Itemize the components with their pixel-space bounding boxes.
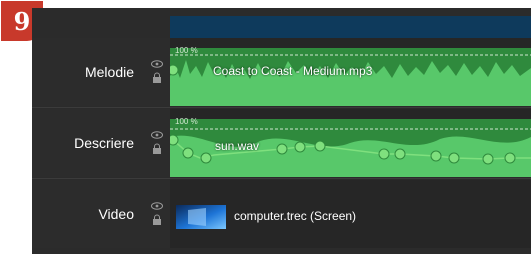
clip-title-melodie: Coast to Coast - Medium.mp3 bbox=[213, 64, 373, 78]
track-name: Video bbox=[98, 206, 134, 222]
eye-icon[interactable] bbox=[151, 202, 163, 210]
track-melodie[interactable]: Melodie Coast to Coast - Medium.mp3 bbox=[32, 38, 531, 106]
clip-title-descriere: sun.wav bbox=[215, 139, 260, 153]
track-header-video: Video bbox=[32, 180, 170, 248]
track-separator bbox=[32, 107, 531, 108]
eye-icon[interactable] bbox=[151, 131, 163, 139]
track-name: Melodie bbox=[84, 64, 134, 80]
track-controls bbox=[150, 200, 164, 228]
track-header-descriere: Descriere bbox=[32, 109, 170, 177]
track-video[interactable]: Video computer.trec (Screen) bbox=[32, 180, 531, 248]
volume-label-melodie: 100 % bbox=[175, 46, 198, 55]
track-lane-melodie[interactable]: Coast to Coast - Medium.mp3 bbox=[170, 38, 531, 106]
video-clip[interactable]: computer.trec (Screen) bbox=[176, 194, 531, 238]
track-lane-video[interactable]: computer.trec (Screen) bbox=[170, 180, 531, 248]
track-header-melodie: Melodie bbox=[32, 38, 170, 106]
step-number: 9 bbox=[13, 6, 31, 36]
volume-label-descriere: 100 % bbox=[175, 117, 198, 126]
timeline-top-bar bbox=[170, 16, 531, 38]
track-controls bbox=[150, 129, 164, 157]
track-name: Descriere bbox=[74, 135, 134, 151]
lock-icon[interactable] bbox=[152, 72, 162, 84]
timeline-panel: Melodie Coast to Coast - Medium.mp3 100 … bbox=[32, 8, 531, 254]
track-descriere[interactable]: Descriere sun.wav bbox=[32, 109, 531, 177]
video-clip-title: computer.trec (Screen) bbox=[234, 209, 357, 223]
track-separator bbox=[32, 178, 531, 179]
eye-icon[interactable] bbox=[151, 60, 163, 68]
track-controls bbox=[150, 58, 164, 86]
track-lane-descriere[interactable]: sun.wav bbox=[170, 109, 531, 177]
lock-icon[interactable] bbox=[152, 143, 162, 155]
lock-icon[interactable] bbox=[152, 214, 162, 226]
screen-thumbnail-icon bbox=[176, 205, 226, 229]
